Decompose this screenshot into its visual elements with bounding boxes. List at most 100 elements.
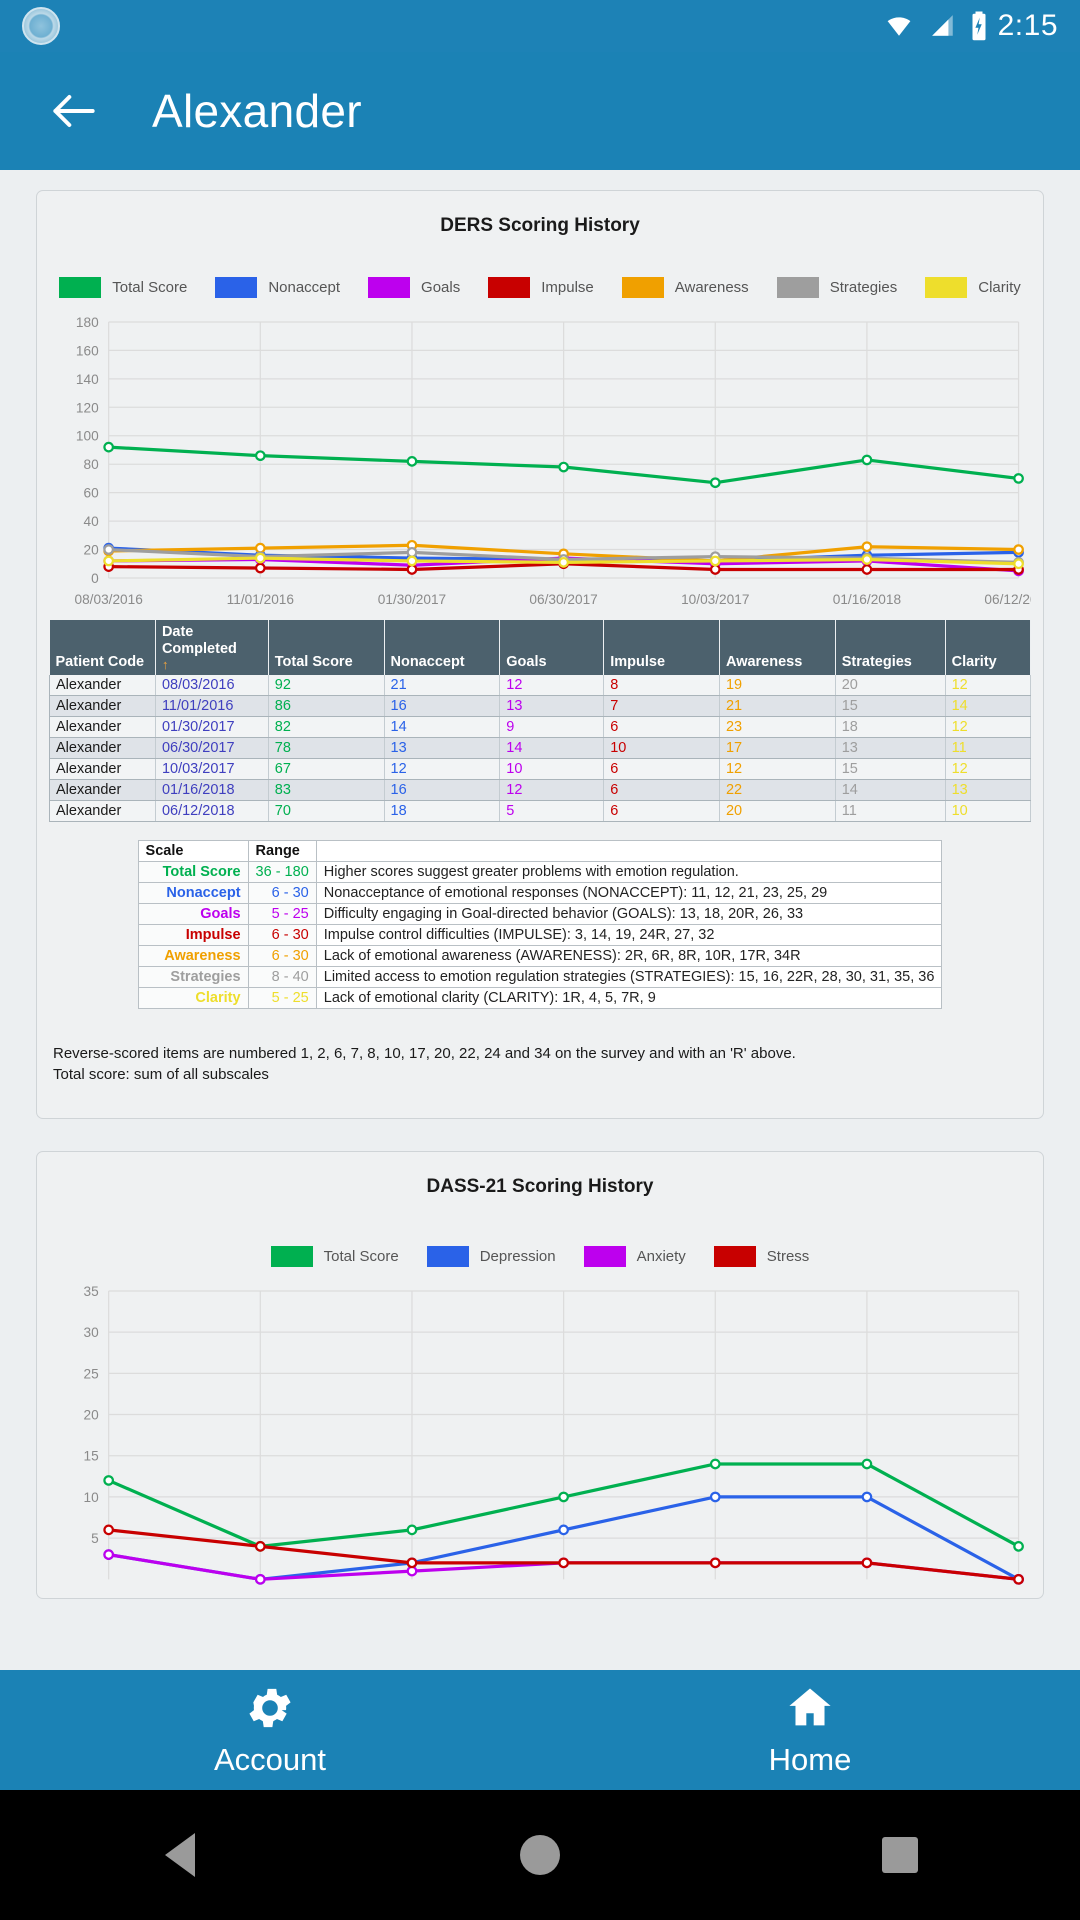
table-cell-clarity: 12	[945, 716, 1032, 738]
data-point	[254, 552, 266, 564]
table-column-header[interactable]: Impulse	[603, 620, 720, 675]
legend-item-goals[interactable]: Goals	[368, 277, 460, 298]
table-column-label: Patient Code	[55, 653, 145, 670]
bottom-nav-label-home: Home	[768, 1742, 852, 1777]
home-circle-icon[interactable]	[512, 1827, 568, 1883]
y-axis-tick-label: 100	[76, 429, 99, 444]
table-row[interactable]: Alexander 06/12/2018 70 18 5 6 20 11 10	[49, 800, 1032, 822]
scale-header-row: Scale Range	[137, 839, 943, 862]
table-cell-clarity: 11	[945, 737, 1032, 759]
scale-description: Lack of emotional clarity (CLARITY): 1R,…	[315, 986, 943, 1009]
table-cell-impulse: 7	[603, 695, 720, 717]
y-axis-tick-label: 0	[91, 571, 99, 586]
scale-description: Lack of emotional awareness (AWARENESS):…	[315, 944, 943, 967]
legend-item-strategies[interactable]: Strategies	[776, 277, 898, 298]
data-point	[1013, 558, 1024, 570]
dass-chart-plot: 5 10 15 20 25 30 35	[84, 1284, 1024, 1585]
back-triangle-icon[interactable]	[152, 1827, 208, 1883]
legend-label: Strategies	[829, 279, 898, 296]
table-cell-patient: Alexander	[49, 758, 156, 780]
bottom-nav-item-home[interactable]: Home	[540, 1682, 1080, 1778]
legend-item-impulse[interactable]: Impulse	[488, 277, 594, 298]
table-cell-clarity: 10	[945, 800, 1032, 822]
y-axis-tick-label: 40	[84, 514, 100, 529]
table-cell-goals: 10	[499, 758, 605, 780]
legend-item-anxiety[interactable]: Anxiety	[583, 1246, 686, 1268]
scale-column-header: Scale	[137, 839, 249, 862]
data-point	[103, 544, 115, 555]
table-row[interactable]: Alexander 11/01/2016 86 16 13 7 21 15 14	[49, 695, 1032, 717]
table-row[interactable]: Alexander 10/03/2017 67 12 10 6 12 15 12	[49, 758, 1032, 780]
table-cell-impulse: 6	[603, 758, 720, 780]
table-cell-clarity: 13	[945, 779, 1032, 801]
footnote-line-2: Total score: sum of all subscales	[53, 1066, 269, 1084]
scale-range: 6 - 30	[247, 944, 317, 967]
status-icons	[882, 11, 988, 41]
x-axis-tick-label: 01/16/2018	[833, 592, 901, 607]
data-point	[103, 555, 115, 567]
scale-row: Strategies 8 - 40 Limited access to emotio…	[137, 965, 943, 988]
scale-row: Total Score 36 - 180 Higher scores suggest…	[137, 860, 943, 883]
table-column-header[interactable]: Patient Code	[49, 620, 156, 675]
table-row[interactable]: Alexander 01/16/2018 83 16 12 6 22 14 13	[49, 779, 1032, 801]
y-axis-tick-label: 80	[84, 457, 100, 472]
table-cell-strategies: 15	[835, 695, 946, 717]
bottom-nav-item-account[interactable]: Account	[0, 1682, 540, 1778]
table-cell-impulse: 10	[603, 737, 720, 759]
footnote-line-1: Reverse-scored items are numbered 1, 2, …	[53, 1044, 796, 1062]
table-column-header[interactable]: Awareness	[719, 620, 836, 675]
legend-item-depression[interactable]: Depression	[426, 1246, 556, 1268]
data-point	[254, 562, 266, 574]
scale-range: 36 - 180	[247, 860, 317, 883]
scale-body: Total Score 36 - 180 Higher scores suggest…	[137, 860, 943, 1009]
scale-name: Nonaccept	[137, 881, 249, 904]
table-column-header[interactable]: Total Score	[268, 620, 385, 675]
table-cell-date: 06/30/2017	[155, 737, 269, 759]
table-cell-patient: Alexander	[49, 695, 156, 717]
data-point	[406, 1524, 418, 1536]
table-column-header[interactable]: Nonaccept	[384, 620, 501, 675]
table-column-header[interactable]: Goals	[499, 620, 605, 675]
table-cell-date: 01/16/2018	[155, 779, 269, 801]
table-cell-date: 01/30/2017	[155, 716, 269, 738]
table-cell-nonaccept: 13	[384, 737, 501, 759]
table-row[interactable]: Alexander 06/30/2017 78 13 14 10 17 13 11	[49, 737, 1032, 759]
legend-item-awareness[interactable]: Awareness	[621, 277, 749, 298]
scale-column-header	[315, 839, 943, 862]
scroll-content[interactable]: DERS Scoring History Total Score Nonaccep…	[0, 170, 1080, 1670]
table-column-label: Clarity	[951, 653, 997, 670]
legend-item-stress[interactable]: Stress	[713, 1246, 809, 1268]
table-column-header[interactable]: Date Completed ↑	[155, 620, 269, 675]
table-row[interactable]: Alexander 01/30/2017 82 14 9 6 23 18 12	[49, 716, 1032, 738]
ders-footnote: Reverse-scored items are numbered 1, 2, …	[53, 1043, 1027, 1087]
dass-chart: 5 10 15 20 25 30 35	[49, 1281, 1031, 1592]
scale-legend-wrap: Scale Range Total Score 36 - 180 Higher sco…	[49, 839, 1031, 1009]
data-point	[103, 1475, 115, 1486]
table-column-header[interactable]: Strategies	[835, 620, 946, 675]
scale-row: Clarity 5 - 25 Lack of emotional clarity (…	[137, 986, 943, 1009]
legend-item-total-score[interactable]: Total Score	[270, 1246, 399, 1268]
table-column-header[interactable]: Clarity	[945, 620, 1032, 675]
table-cell-awareness: 19	[719, 674, 836, 696]
table-column-label: Impulse	[610, 653, 666, 670]
table-cell-date: 11/01/2016	[155, 695, 269, 717]
back-arrow-icon[interactable]	[46, 83, 102, 139]
wifi-icon	[887, 17, 910, 36]
legend-item-clarity[interactable]: Clarity	[925, 277, 1021, 298]
legend-swatch-icon	[488, 277, 531, 298]
y-axis-tick-label: 15	[84, 1449, 100, 1464]
table-cell-awareness: 22	[719, 779, 836, 801]
table-cell-goals: 12	[499, 779, 605, 801]
bottom-navigation: Account Home	[0, 1670, 1080, 1790]
gear-icon	[244, 1682, 296, 1734]
y-axis-tick-label: 180	[76, 315, 99, 330]
table-row[interactable]: Alexander 08/03/2016 92 21 12 8 19 20 12	[49, 674, 1032, 696]
home-icon	[784, 1682, 836, 1734]
recents-square-icon[interactable]	[872, 1827, 928, 1883]
legend-item-nonaccept[interactable]: Nonaccept	[215, 277, 340, 298]
legend-item-total-score[interactable]: Total Score	[59, 277, 187, 298]
table-cell-date: 08/03/2016	[155, 674, 269, 696]
data-point	[1013, 1541, 1024, 1552]
data-point	[406, 547, 418, 558]
bottom-nav-label-account: Account	[213, 1742, 326, 1777]
